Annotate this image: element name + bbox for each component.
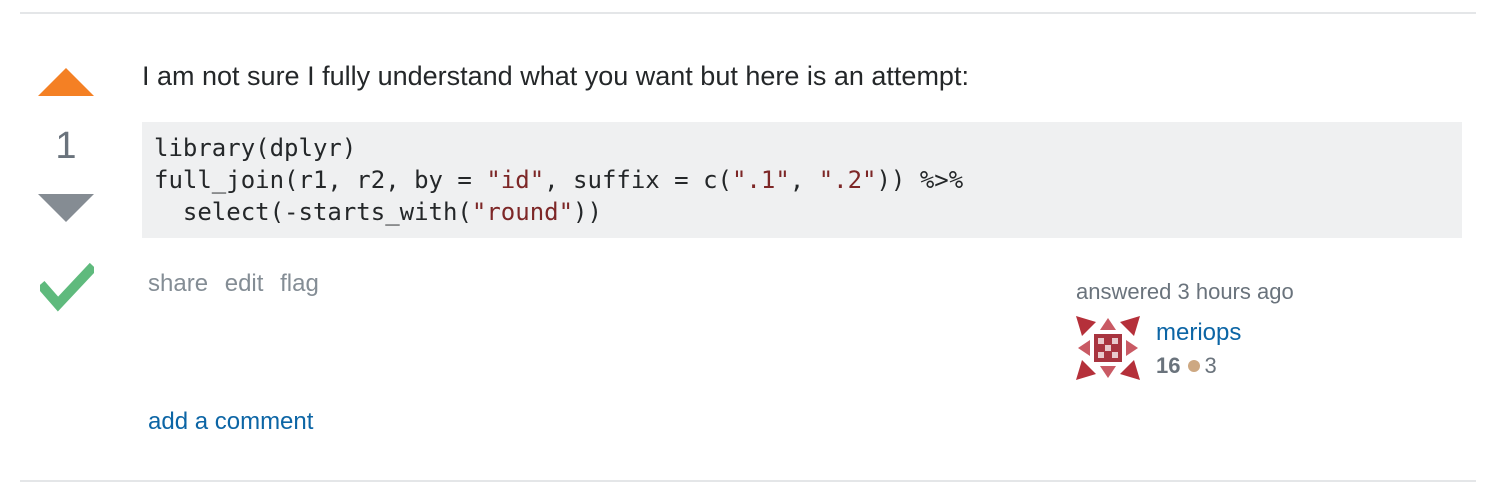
share-link[interactable]: share	[148, 270, 208, 297]
post-menu: share edit flag	[148, 268, 329, 300]
reputation-score: 16	[1156, 353, 1181, 378]
code-line-2: full_join(r1, r2, by = "id", suffix = c(…	[154, 166, 964, 194]
vote-count: 1	[55, 125, 77, 167]
bronze-badge-icon	[1188, 360, 1201, 373]
edit-link[interactable]: edit	[225, 270, 264, 297]
avatar[interactable]	[1076, 316, 1140, 380]
code-line-1: library(dplyr)	[154, 134, 357, 162]
username-link[interactable]: meriops	[1156, 318, 1241, 348]
reputation-line: 16 3	[1156, 348, 1241, 384]
answered-time: answered 3 hours ago	[1076, 279, 1294, 304]
answer-text: I am not sure I fully understand what yo…	[142, 61, 969, 91]
code-block: library(dplyr) full_join(r1, r2, by = "i…	[142, 122, 1462, 238]
user-info-card: answered 3 hours ago meriops 16 3	[1076, 278, 1456, 380]
upvote-triangle-icon[interactable]	[36, 66, 96, 98]
flag-link[interactable]: flag	[280, 270, 319, 297]
top-divider	[20, 12, 1476, 14]
add-comment-link[interactable]: add a comment	[148, 406, 313, 438]
user-details: meriops 16 3	[1156, 318, 1241, 384]
downvote-triangle-icon[interactable]	[36, 192, 96, 224]
bronze-badge-count: 3	[1204, 353, 1217, 378]
code-line-3: select(-starts_with("round"))	[154, 198, 602, 226]
bottom-divider	[20, 480, 1476, 482]
checkmark-icon	[40, 262, 94, 312]
